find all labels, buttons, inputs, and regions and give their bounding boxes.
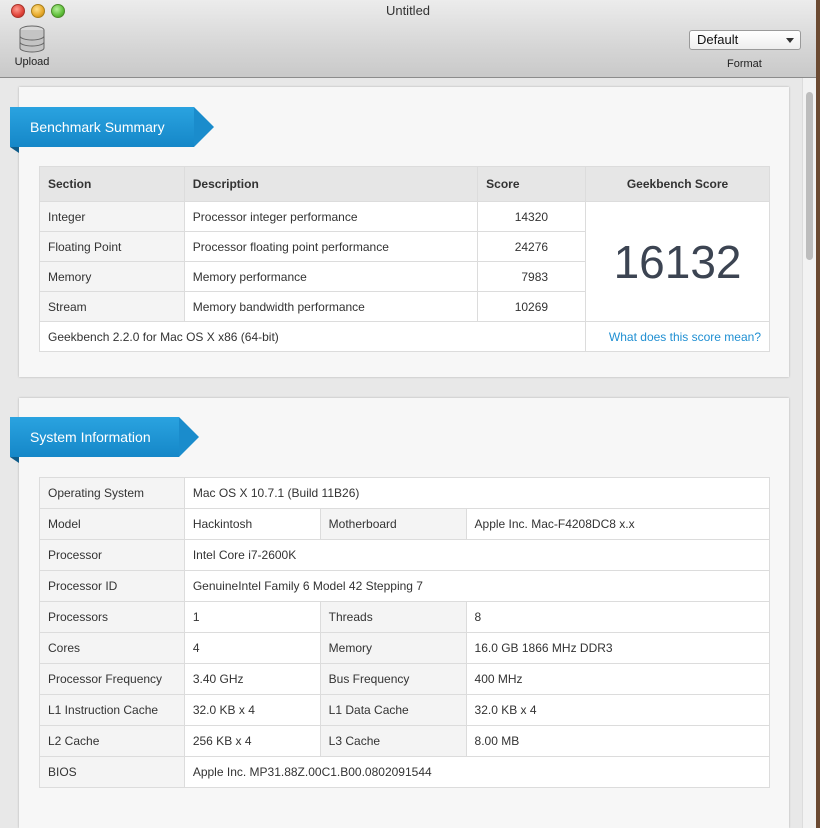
- column-header-geekbench-score: Geekbench Score: [585, 166, 770, 202]
- info-key: Processor ID: [39, 570, 185, 602]
- info-value: 32.0 KB x 4: [183, 694, 321, 726]
- system-information-table: Operating System Mac OS X 10.7.1 (Build …: [39, 477, 771, 788]
- info-key: L1 Instruction Cache: [39, 694, 185, 726]
- database-icon: [19, 25, 45, 53]
- app-window: Untitled Upload Default Format Benchmark…: [0, 0, 816, 828]
- info-value: Intel Core i7-2600K: [183, 539, 771, 571]
- table-row: BIOS Apple Inc. MP31.88Z.00C1.B00.080209…: [39, 756, 771, 788]
- info-key: Model: [39, 508, 185, 540]
- info-value: 8.00 MB: [465, 725, 771, 757]
- system-information-panel: System Information Operating System Mac …: [10, 398, 789, 828]
- system-information-heading: System Information: [10, 417, 199, 463]
- section-cell: Floating Point: [39, 231, 185, 262]
- geekbench-version: Geekbench 2.2.0 for Mac OS X x86 (64-bit…: [38, 321, 587, 352]
- table-row: Operating System Mac OS X 10.7.1 (Build …: [39, 477, 771, 509]
- table-row: Processor ID GenuineIntel Family 6 Model…: [39, 570, 771, 602]
- info-value: Mac OS X 10.7.1 (Build 11B26): [183, 477, 771, 509]
- score-cell: 14320: [477, 201, 587, 232]
- format-select-value: Default: [697, 32, 739, 47]
- format-label: Format: [727, 58, 762, 70]
- info-value: Hackintosh: [183, 508, 321, 540]
- info-value: 3.40 GHz: [183, 663, 321, 695]
- table-row: Model Hackintosh Motherboard Apple Inc. …: [39, 508, 771, 540]
- column-header-description: Description: [183, 166, 479, 202]
- info-value: 4: [183, 632, 321, 664]
- info-key: Bus Frequency: [319, 663, 467, 695]
- title-bar: Untitled Upload Default Format: [0, 0, 816, 78]
- section-cell: Memory: [39, 261, 185, 292]
- info-value: 400 MHz: [465, 663, 771, 695]
- info-key: L2 Cache: [39, 725, 185, 757]
- score-cell: 24276: [477, 231, 587, 262]
- table-header-row: Section Description Score Geekbench Scor…: [39, 166, 770, 202]
- score-cell: 10269: [477, 291, 587, 322]
- table-row: L2 Cache 256 KB x 4 L3 Cache 8.00 MB: [39, 725, 771, 757]
- chevron-down-icon: [786, 38, 794, 43]
- section-cell: Stream: [39, 291, 185, 322]
- table-row: L1 Instruction Cache 32.0 KB x 4 L1 Data…: [39, 694, 771, 726]
- info-value: 1: [183, 601, 321, 633]
- description-cell: Memory performance: [183, 261, 479, 292]
- info-key: Operating System: [39, 477, 185, 509]
- info-key: BIOS: [39, 756, 185, 788]
- info-key: L3 Cache: [319, 725, 467, 757]
- results-view[interactable]: Benchmark Summary Section Description Sc…: [0, 78, 802, 828]
- table-row: Integer Processor integer performance 14…: [39, 201, 770, 322]
- benchmark-summary-heading: Benchmark Summary: [10, 107, 214, 153]
- table-row: Cores 4 Memory 16.0 GB 1866 MHz DDR3: [39, 632, 771, 664]
- table-row: Processors 1 Threads 8: [39, 601, 771, 633]
- window-title: Untitled: [385, 3, 431, 18]
- description-cell: Processor floating point performance: [183, 231, 479, 262]
- score-cell: 7983: [477, 261, 587, 292]
- table-footer-row: Geekbench 2.2.0 for Mac OS X x86 (64-bit…: [38, 321, 770, 352]
- info-value: 256 KB x 4: [183, 725, 321, 757]
- benchmark-summary-panel: Benchmark Summary Section Description Sc…: [10, 87, 789, 377]
- column-header-score: Score: [477, 166, 587, 202]
- info-key: Motherboard: [319, 508, 467, 540]
- score-meaning-link[interactable]: What does this score mean?: [585, 321, 770, 352]
- info-key: Threads: [319, 601, 467, 633]
- info-key: Processor: [39, 539, 185, 571]
- section-cell: Integer: [39, 201, 185, 232]
- description-cell: Processor integer performance: [183, 201, 479, 232]
- info-key: Memory: [319, 632, 467, 664]
- format-select[interactable]: Default: [689, 30, 801, 50]
- info-key: L1 Data Cache: [319, 694, 467, 726]
- info-key: Processor Frequency: [39, 663, 185, 695]
- table-row: Processor Frequency 3.40 GHz Bus Frequen…: [39, 663, 771, 695]
- info-value: Apple Inc. MP31.88Z.00C1.B00.0802091544: [183, 756, 771, 788]
- info-value: 8: [465, 601, 771, 633]
- column-header-section: Section: [39, 166, 185, 202]
- scrollbar-thumb[interactable]: [806, 92, 813, 260]
- description-cell: Memory bandwidth performance: [183, 291, 479, 322]
- benchmark-summary-table: Section Description Score Geekbench Scor…: [38, 166, 770, 352]
- info-key: Processors: [39, 601, 185, 633]
- vertical-scrollbar[interactable]: [802, 78, 816, 828]
- info-value: 16.0 GB 1866 MHz DDR3: [465, 632, 771, 664]
- info-value: 32.0 KB x 4: [465, 694, 771, 726]
- info-value: GenuineIntel Family 6 Model 42 Stepping …: [183, 570, 771, 602]
- upload-label: Upload: [14, 56, 50, 68]
- info-value: Apple Inc. Mac-F4208DC8 x.x: [465, 508, 771, 540]
- geekbench-score-value: 16132: [585, 201, 770, 322]
- upload-button[interactable]: Upload: [10, 24, 54, 72]
- info-key: Cores: [39, 632, 185, 664]
- table-row: Processor Intel Core i7-2600K: [39, 539, 771, 571]
